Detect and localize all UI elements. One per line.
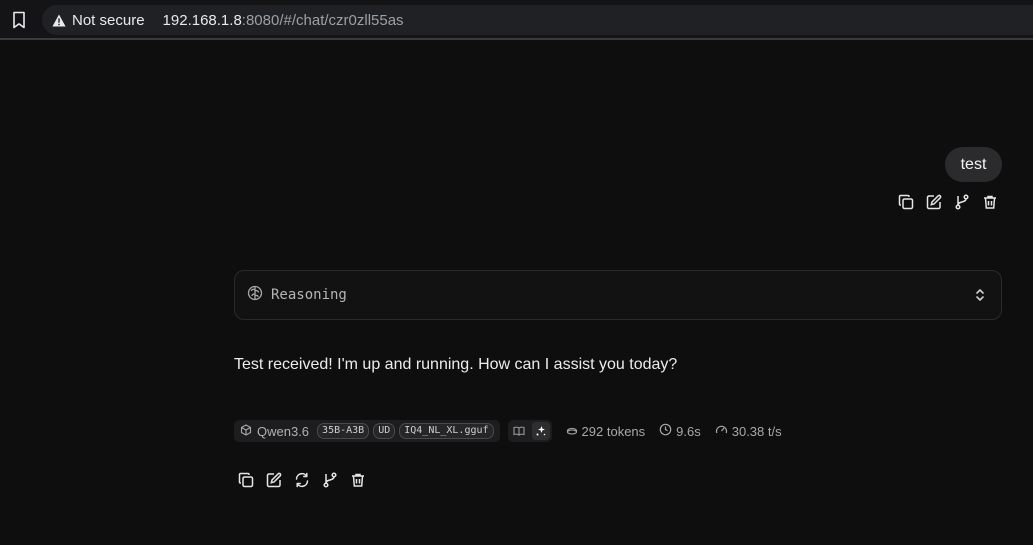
address-bar[interactable]: Not secure 192.168.1.8:8080/#/chat/czr0z… — [42, 5, 1033, 35]
message-meta: Qwen3.6 35B-A3B UD IQ4_NL_XL.gguf 292 to… — [234, 420, 782, 442]
warning-icon — [52, 13, 66, 27]
tokens-icon — [566, 424, 582, 439]
brain-icon — [247, 285, 263, 306]
url-host: 192.168.1.8 — [162, 11, 242, 29]
token-count: 292 tokens — [566, 423, 646, 439]
url-path: :8080/#/chat/czr0zll55as — [241, 11, 404, 29]
token-count-text: 292 tokens — [581, 423, 646, 439]
reasoning-toggle[interactable]: Reasoning — [234, 270, 1002, 320]
gauge-icon — [715, 423, 732, 439]
regenerate-icon[interactable] — [288, 466, 316, 494]
model-badge: Qwen3.6 35B-A3B UD IQ4_NL_XL.gguf — [234, 420, 500, 442]
sparkle-icon[interactable] — [531, 422, 550, 440]
user-message-text: test — [960, 155, 987, 173]
reasoning-label: Reasoning — [271, 287, 347, 303]
book-icon[interactable] — [510, 422, 528, 440]
generation-speed: 30.38 t/s — [715, 423, 782, 439]
chevron-up-down-icon — [975, 287, 985, 308]
branch-icon[interactable] — [948, 188, 976, 216]
edit-icon[interactable] — [920, 188, 948, 216]
model-tag: 35B-A3B — [317, 423, 370, 439]
clock-icon — [659, 423, 676, 439]
security-indicator[interactable]: Not secure — [72, 12, 145, 29]
trash-icon[interactable] — [976, 188, 1004, 216]
bookmark-icon[interactable] — [10, 11, 28, 29]
edit-icon[interactable] — [260, 466, 288, 494]
generation-time-text: 9.6s — [676, 423, 701, 439]
user-message-actions — [892, 188, 1004, 216]
model-tag: IQ4_NL_XL.gguf — [399, 423, 494, 439]
user-message-bubble: test — [945, 147, 1002, 182]
assistant-message-actions — [232, 466, 372, 494]
model-name: Qwen3.6 — [257, 423, 310, 439]
browser-toolbar: Not secure 192.168.1.8:8080/#/chat/czr0z… — [0, 0, 1033, 40]
generation-speed-text: 30.38 t/s — [731, 423, 782, 439]
branch-icon[interactable] — [316, 466, 344, 494]
copy-icon[interactable] — [232, 466, 260, 494]
view-mode-toggle — [507, 420, 552, 442]
copy-icon[interactable] — [892, 188, 920, 216]
trash-icon[interactable] — [344, 466, 372, 494]
model-tag: UD — [373, 423, 396, 439]
generation-time: 9.6s — [659, 423, 701, 439]
assistant-reply: Test received! I'm up and running. How c… — [234, 356, 678, 373]
cube-icon — [240, 423, 252, 439]
